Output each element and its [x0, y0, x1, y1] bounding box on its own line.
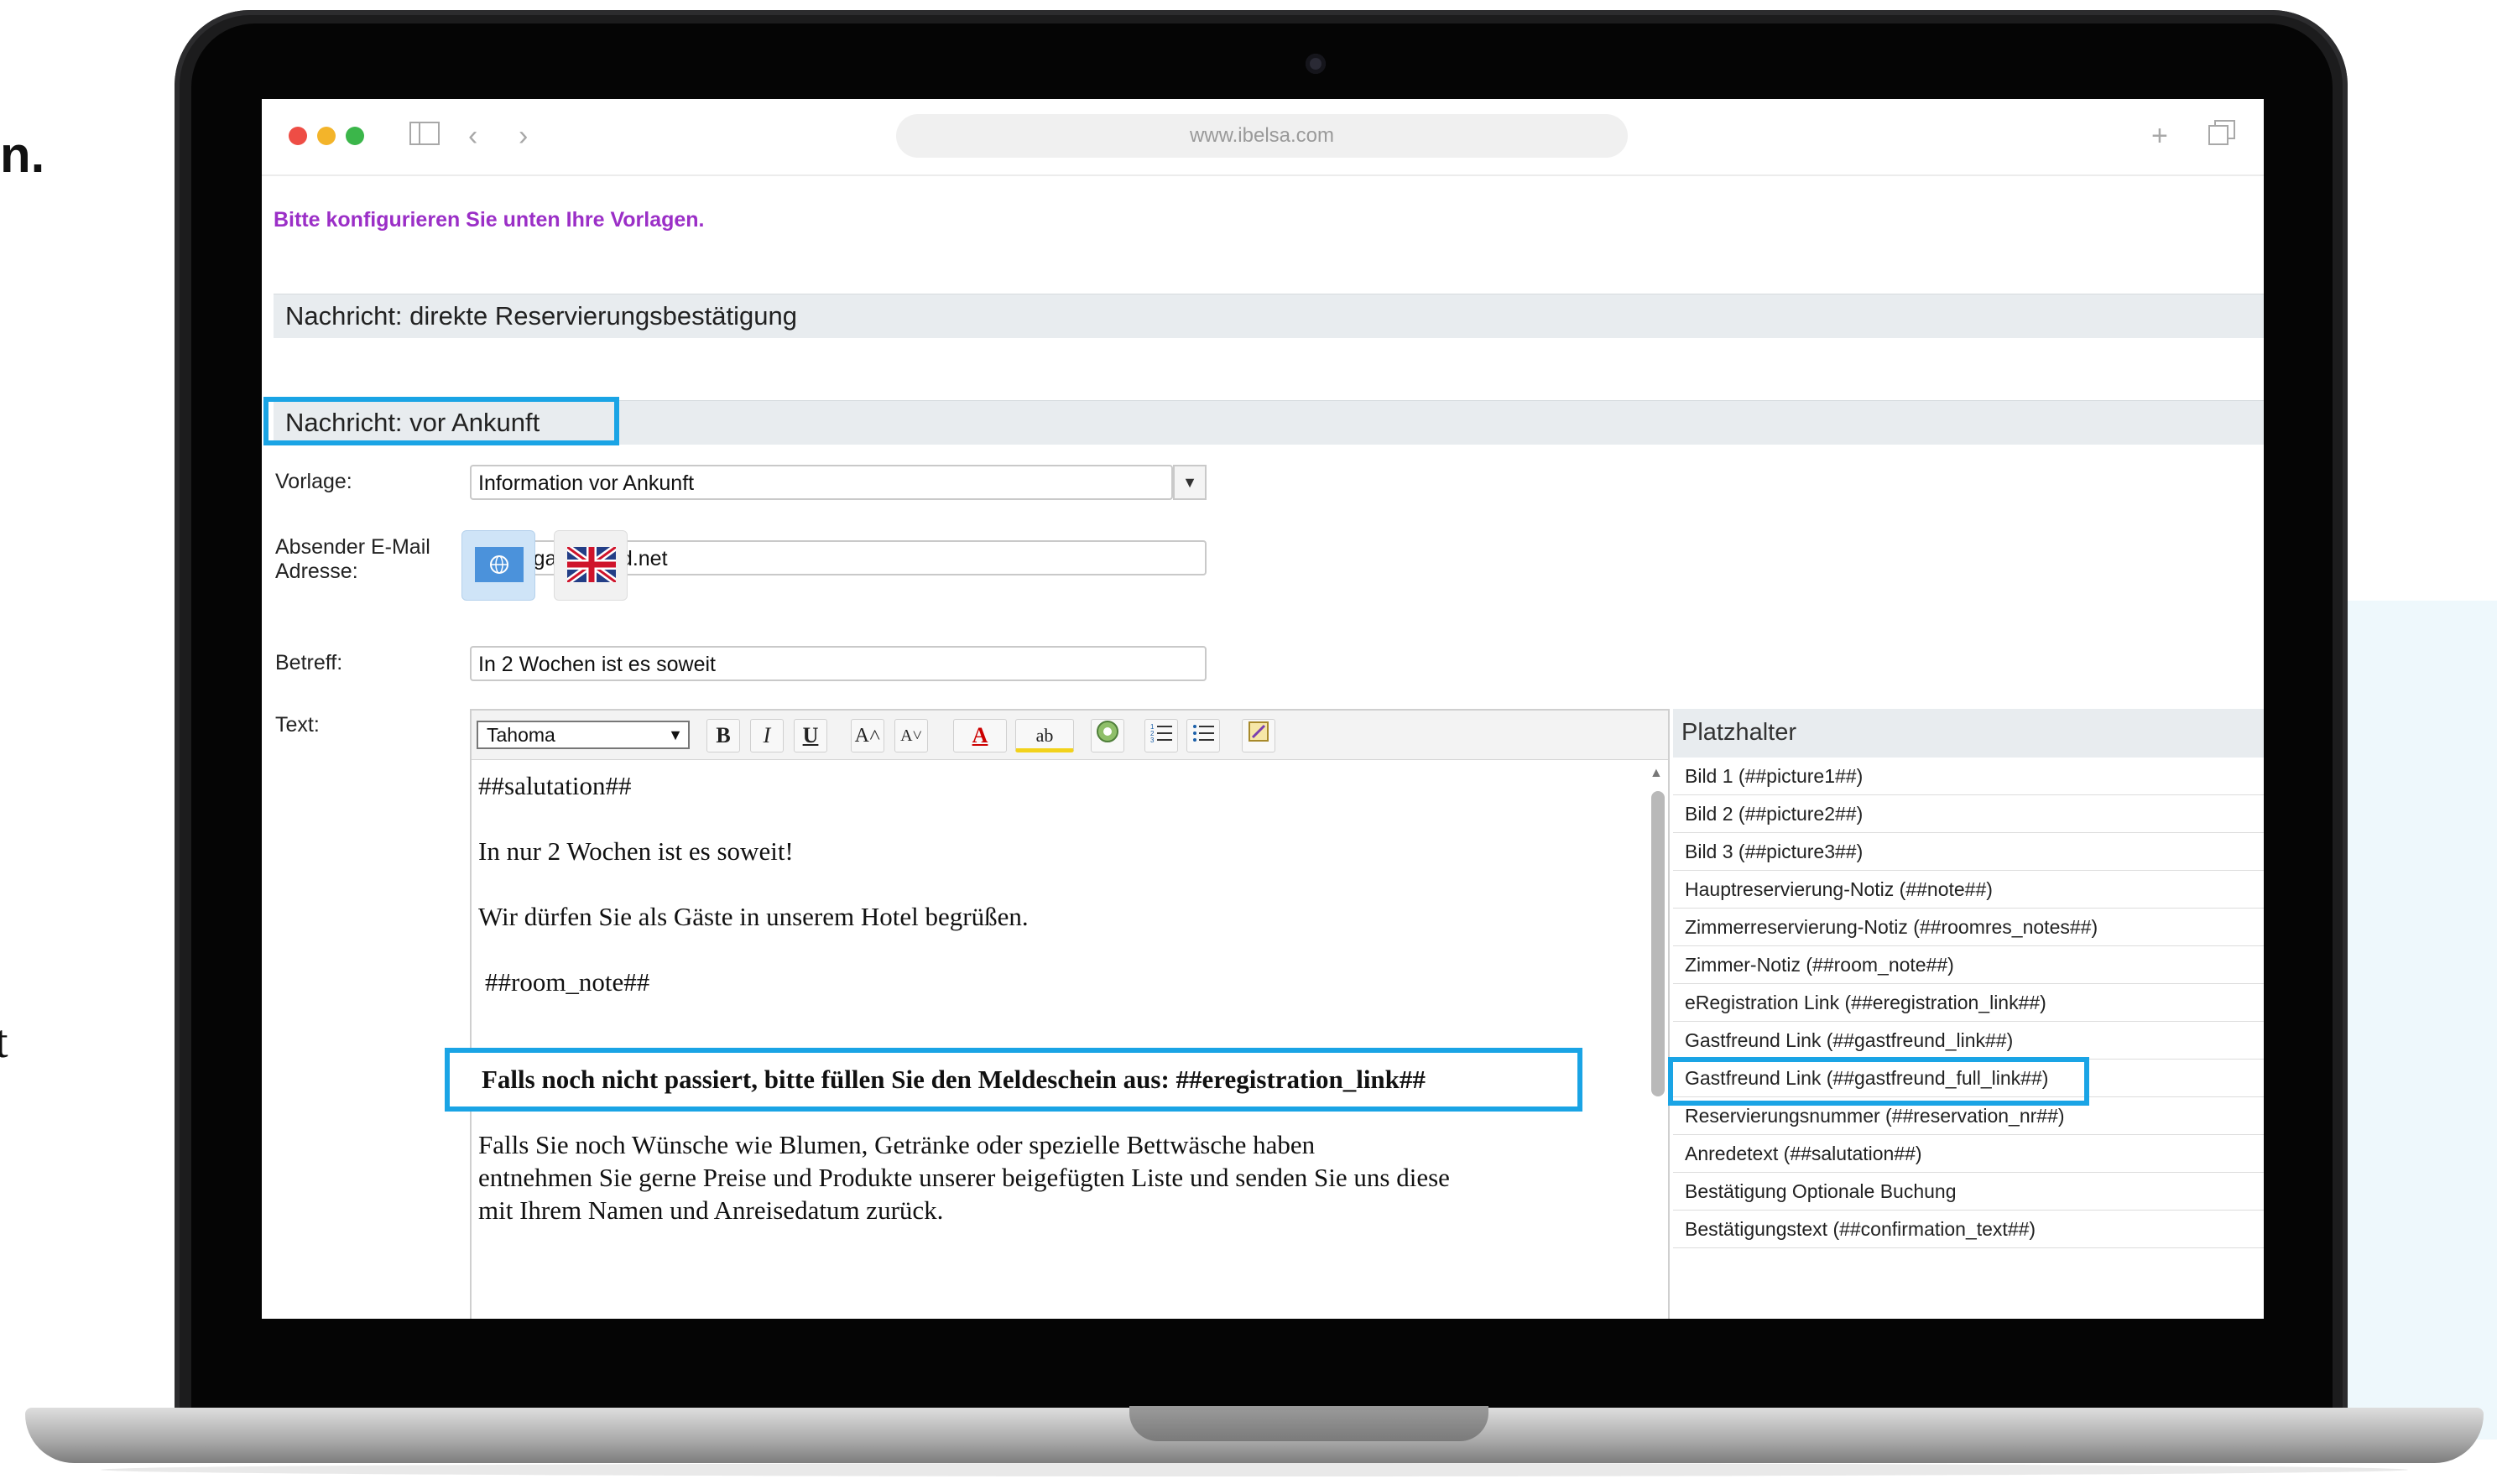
- sidebar-icon[interactable]: [409, 117, 440, 154]
- scrollbar-thumb[interactable]: [1651, 791, 1665, 1096]
- placeholder-item[interactable]: Bild 2 (##picture2##): [1673, 795, 2264, 833]
- laptop-screen: ‹ › www.ibelsa.com + Bitte konfigurieren…: [262, 99, 2264, 1319]
- underline-button[interactable]: U: [794, 719, 827, 752]
- placeholder-item[interactable]: Bild 3 (##picture3##): [1673, 833, 2264, 871]
- placeholder-panel-title: Platzhalter: [1673, 709, 2264, 758]
- shrink-font-button[interactable]: A˅: [894, 719, 928, 752]
- minimize-window-button[interactable]: [317, 127, 336, 145]
- sender-label: Absender E-Mail Adresse:: [275, 535, 430, 583]
- editor-toolbar: Tahoma ▼ B I U A˄ A˅ A ab 123: [472, 711, 1668, 760]
- cropped-text-fragment: n.: [0, 127, 45, 183]
- source-edit-icon[interactable]: [1242, 719, 1275, 752]
- close-window-button[interactable]: [289, 127, 307, 145]
- background-panel: [2341, 601, 2497, 1440]
- scroll-up-icon[interactable]: ▲: [1650, 766, 1663, 781]
- highlight-box: Falls noch nicht passiert, bitte füllen …: [445, 1048, 1582, 1112]
- svg-text:3: 3: [1150, 737, 1155, 742]
- placeholder-item[interactable]: Zimmerreservierung-Notiz (##roomres_note…: [1673, 909, 2264, 946]
- placeholder-item[interactable]: Bild 1 (##picture1##): [1673, 758, 2264, 795]
- language-flag-english[interactable]: [554, 530, 628, 601]
- intro-text: Bitte konfigurieren Sie unten Ihre Vorla…: [274, 208, 705, 232]
- font-color-button[interactable]: A: [953, 719, 1007, 752]
- placeholder-item[interactable]: Hauptreservierung-Notiz (##note##): [1673, 871, 2264, 909]
- bold-button[interactable]: B: [706, 719, 740, 752]
- subject-field[interactable]: In 2 Wochen ist es soweit: [470, 646, 1207, 681]
- editor-line: entnehmen Sie gerne Preise und Produkte …: [478, 1163, 1450, 1192]
- editor-line-registration: Falls noch nicht passiert, bitte füllen …: [482, 1065, 1426, 1094]
- editor-line: ##room_note##: [485, 967, 650, 997]
- font-select[interactable]: Tahoma ▼: [477, 721, 690, 749]
- chevron-down-icon: ▼: [668, 726, 683, 743]
- editor-line: In nur 2 Wochen ist es soweit!: [478, 836, 794, 866]
- cropped-text-fragment: t: [0, 1016, 8, 1068]
- subject-label: Betreff:: [275, 651, 343, 674]
- new-tab-icon[interactable]: +: [2151, 117, 2168, 154]
- language-flag-international[interactable]: [461, 530, 535, 601]
- chevron-down-icon[interactable]: ▼: [1173, 465, 1207, 500]
- unordered-list-icon[interactable]: [1186, 719, 1220, 752]
- tabs-overview-icon[interactable]: [2208, 117, 2235, 154]
- placeholder-item[interactable]: Anredetext (##salutation##): [1673, 1135, 2264, 1173]
- browser-toolbar: ‹ › www.ibelsa.com +: [262, 99, 2264, 176]
- address-bar[interactable]: www.ibelsa.com: [896, 114, 1628, 158]
- placeholder-item[interactable]: Zimmer-Notiz (##room_note##): [1673, 946, 2264, 984]
- placeholder-panel: Platzhalter Bild 1 (##picture1##) Bild 2…: [1668, 709, 2264, 1319]
- grow-font-button[interactable]: A˄: [851, 719, 884, 752]
- camera-icon: [1306, 54, 1326, 74]
- rich-text-editor[interactable]: Tahoma ▼ B I U A˄ A˅ A ab 123 ##salutati…: [445, 709, 1670, 1319]
- template-label: Vorlage:: [275, 470, 352, 493]
- editor-line: Wir dürfen Sie als Gäste in unserem Hote…: [478, 902, 1029, 931]
- italic-button[interactable]: I: [750, 719, 784, 752]
- laptop-notch: [1129, 1406, 1488, 1441]
- text-label: Text:: [275, 713, 320, 737]
- editor-line: Falls Sie noch Wünsche wie Blumen, Geträ…: [478, 1130, 1316, 1159]
- highlight-box: [1668, 1057, 2089, 1106]
- editor-line: mit Ihrem Namen und Anreisedatum zurück.: [478, 1195, 944, 1225]
- back-icon[interactable]: ‹: [468, 117, 477, 154]
- placeholder-item[interactable]: Gastfreund Link (##gastfreund_link##): [1673, 1022, 2264, 1060]
- maximize-window-button[interactable]: [346, 127, 364, 145]
- highlight-box: [263, 397, 619, 445]
- template-select[interactable]: Information vor Ankunft: [470, 465, 1173, 500]
- editor-line: ##salutation##: [478, 771, 632, 800]
- template-config-page: Bitte konfigurieren Sie unten Ihre Vorla…: [262, 176, 2264, 1319]
- forward-icon[interactable]: ›: [519, 117, 528, 154]
- placeholder-item-eregistration[interactable]: eRegistration Link (##eregistration_link…: [1673, 984, 2264, 1022]
- placeholder-item[interactable]: Bestätigungstext (##confirmation_text##): [1673, 1211, 2264, 1248]
- laptop-shadow: [101, 1463, 2408, 1476]
- link-icon[interactable]: [1091, 719, 1124, 752]
- placeholder-item[interactable]: Bestätigung Optionale Buchung: [1673, 1173, 2264, 1211]
- highlight-color-button[interactable]: ab: [1015, 719, 1074, 752]
- ordered-list-icon[interactable]: 123: [1144, 719, 1178, 752]
- section-direct-confirmation[interactable]: Nachricht: direkte Reservierungsbestätig…: [274, 294, 2264, 338]
- editor-scrollbar[interactable]: ▲: [1646, 761, 1668, 1319]
